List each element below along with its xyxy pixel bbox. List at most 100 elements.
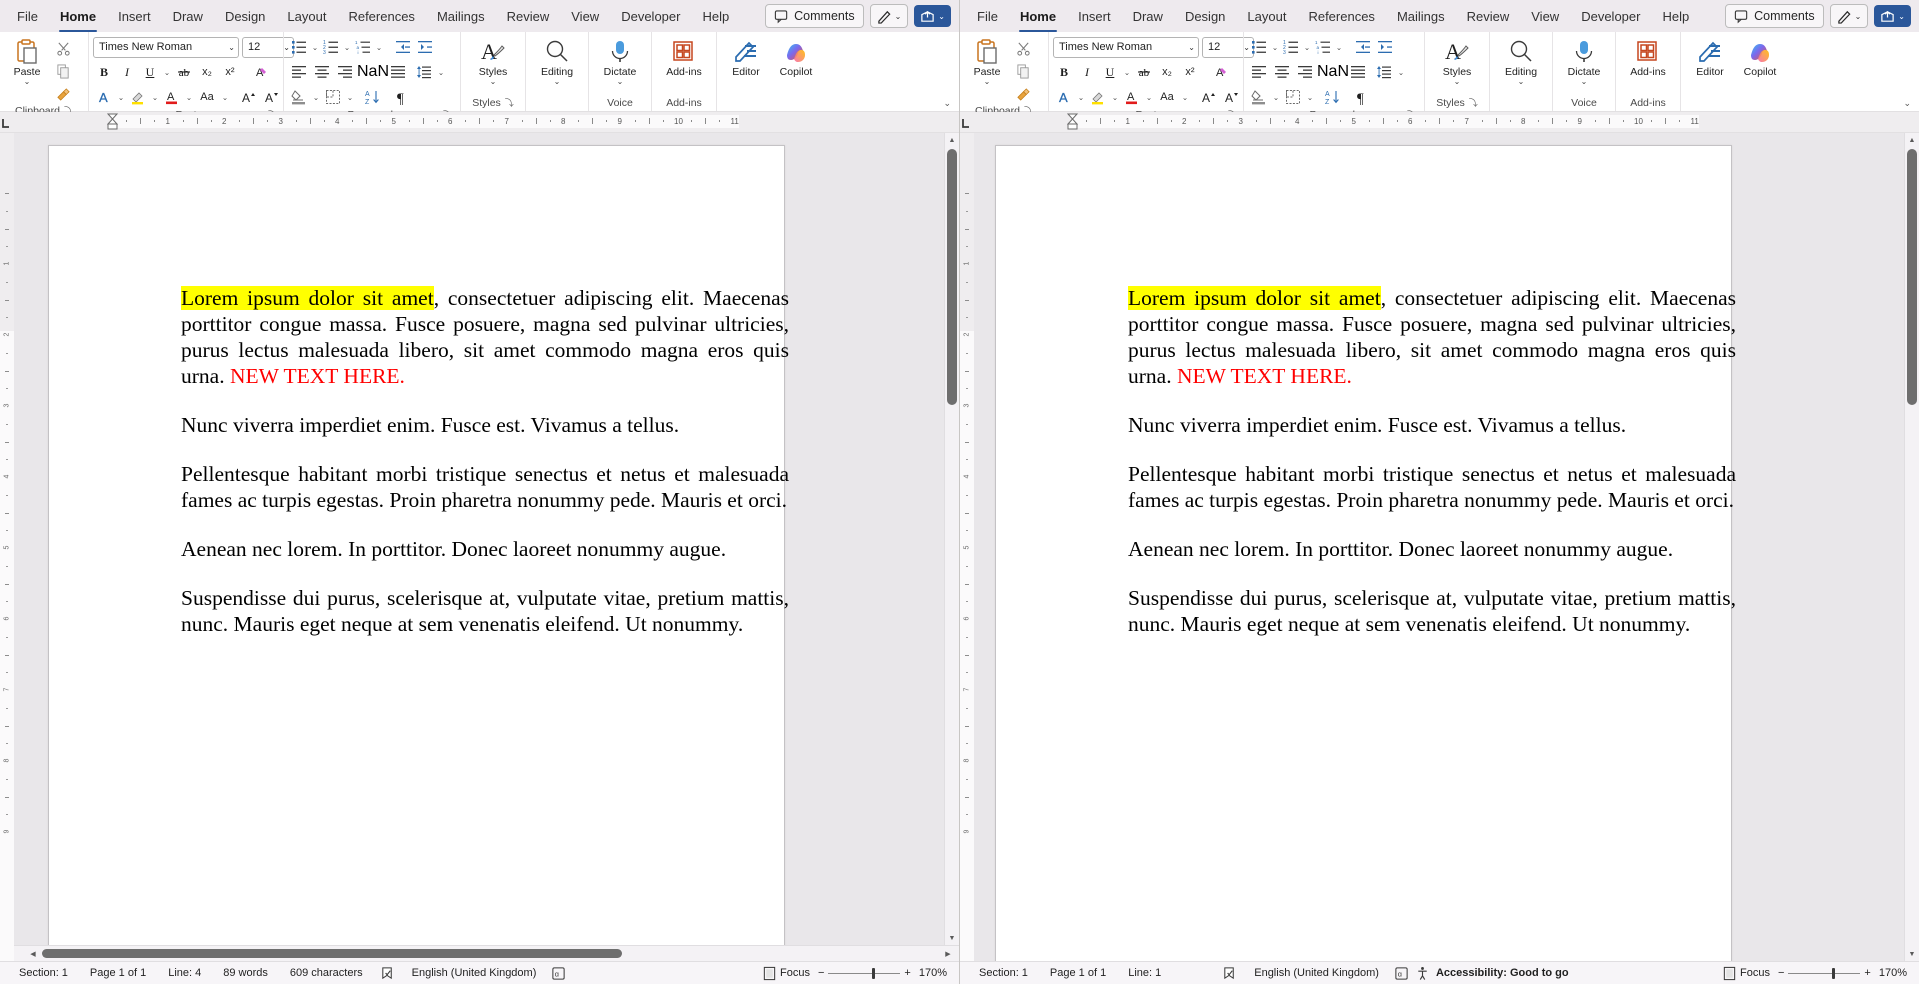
- tab-file[interactable]: File: [6, 3, 49, 30]
- bold-button[interactable]: B: [93, 62, 115, 82]
- zoom-slider-handle[interactable]: [1832, 967, 1836, 979]
- italic-button[interactable]: I: [1076, 62, 1098, 82]
- add-ins-button[interactable]: Add-ins: [661, 36, 707, 78]
- increase-indent-icon[interactable]: [1374, 37, 1396, 57]
- status-page[interactable]: Page 1 of 1: [1039, 967, 1117, 979]
- clear-formatting-icon[interactable]: A: [1209, 62, 1231, 82]
- zoom-in-button[interactable]: +: [904, 967, 910, 979]
- tab-help[interactable]: Help: [1651, 3, 1700, 30]
- scroll-down-arrow[interactable]: ▼: [945, 931, 959, 945]
- numbering-chevron-down-icon[interactable]: ⌄: [342, 43, 352, 52]
- styles-dialog-launcher[interactable]: ⤵: [505, 96, 514, 111]
- document-paragraph[interactable]: Aenean nec lorem. In porttitor. Donec la…: [181, 536, 789, 562]
- comments-button[interactable]: Comments: [765, 4, 864, 28]
- status-page[interactable]: Page 1 of 1: [79, 967, 157, 979]
- show-formatting-marks-icon[interactable]: ¶: [1351, 87, 1373, 107]
- document-body-text[interactable]: Lorem ipsum dolor sit amet, consectetuer…: [1128, 285, 1736, 845]
- tab-draw[interactable]: Draw: [1122, 3, 1174, 30]
- grow-font-icon[interactable]: A: [1197, 87, 1219, 107]
- shading-icon[interactable]: [1248, 87, 1270, 107]
- scroll-up-arrow[interactable]: ▲: [1905, 133, 1919, 147]
- align-center-icon[interactable]: [311, 62, 333, 82]
- tab-mailings[interactable]: Mailings: [426, 3, 496, 30]
- superscript-button[interactable]: x²: [1179, 62, 1201, 82]
- text-highlight-icon[interactable]: [127, 87, 149, 107]
- tab-help[interactable]: Help: [691, 3, 740, 30]
- sort-icon[interactable]: AZ: [1322, 87, 1344, 107]
- tab-file[interactable]: File: [966, 3, 1009, 30]
- line-spacing-icon[interactable]: [1373, 62, 1395, 82]
- document-paragraph[interactable]: Suspendisse dui purus, scelerisque at, v…: [181, 585, 789, 637]
- change-case-button[interactable]: Aa: [1155, 87, 1179, 107]
- language-icon[interactable]: ɑ: [547, 966, 570, 981]
- text-effects-icon[interactable]: A: [93, 87, 115, 107]
- change-case-button[interactable]: Aa: [195, 87, 219, 107]
- proofing-errors-icon[interactable]: [1216, 966, 1243, 981]
- strikethrough-icon[interactable]: ab: [173, 62, 195, 82]
- zoom-out-button[interactable]: −: [1778, 967, 1784, 979]
- borders-chevron-down-icon[interactable]: ⌄: [1305, 93, 1315, 102]
- shading-chevron-down-icon[interactable]: ⌄: [1271, 93, 1281, 102]
- language-icon[interactable]: ɑ: [1390, 966, 1413, 981]
- accessibility-icon[interactable]: [1413, 966, 1432, 981]
- vertical-scrollbar[interactable]: ▲ ▼: [944, 133, 959, 945]
- indent-marker-icon[interactable]: [1066, 113, 1078, 131]
- tab-home[interactable]: Home: [49, 3, 107, 32]
- bullets-chevron-down-icon[interactable]: ⌄: [1270, 43, 1280, 52]
- document-canvas[interactable]: Lorem ipsum dolor sit amet, consectetuer…: [14, 133, 944, 945]
- align-left-icon[interactable]: [1248, 62, 1270, 82]
- bold-button[interactable]: B: [1053, 62, 1075, 82]
- shading-chevron-down-icon[interactable]: ⌄: [311, 93, 321, 102]
- copy-icon[interactable]: [52, 61, 74, 81]
- add-ins-button[interactable]: Add-ins: [1625, 36, 1671, 78]
- strikethrough-icon[interactable]: ab: [1133, 62, 1155, 82]
- tab-view[interactable]: View: [560, 3, 610, 30]
- font-color-chevron-down-icon[interactable]: ⌄: [1144, 93, 1154, 102]
- status-language[interactable]: English (United Kingdom): [401, 967, 548, 979]
- numbered-list-icon[interactable]: 123: [320, 37, 342, 57]
- zoom-level-label[interactable]: 170%: [919, 967, 947, 979]
- shading-icon[interactable]: [288, 87, 310, 107]
- collapse-ribbon-button[interactable]: ⌄: [1903, 98, 1911, 109]
- scroll-up-arrow[interactable]: ▲: [945, 133, 959, 147]
- underline-button[interactable]: U: [1099, 62, 1121, 82]
- document-paragraph[interactable]: Pellentesque habitant morbi tristique se…: [1128, 461, 1736, 513]
- underline-button[interactable]: U: [139, 62, 161, 82]
- status-section[interactable]: Section: 1: [968, 967, 1039, 979]
- borders-chevron-down-icon[interactable]: ⌄: [345, 93, 355, 102]
- show-formatting-marks-icon[interactable]: ¶: [391, 87, 413, 107]
- format-painter-icon[interactable]: [1012, 84, 1034, 104]
- tab-mailings[interactable]: Mailings: [1386, 3, 1456, 30]
- vertical-scroll-thumb[interactable]: [1907, 149, 1917, 405]
- multilevel-list-icon[interactable]: 1ai: [1312, 37, 1334, 57]
- change-case-chevron-down-icon[interactable]: ⌄: [1180, 93, 1190, 102]
- document-paragraph[interactable]: Aenean nec lorem. In porttitor. Donec la…: [1128, 536, 1736, 562]
- dictate-button[interactable]: Dictate ⌄: [1561, 36, 1607, 86]
- zoom-slider[interactable]: − +: [818, 967, 911, 979]
- styles-dialog-launcher[interactable]: ⤵: [1469, 96, 1478, 111]
- align-center-icon[interactable]: [1271, 62, 1293, 82]
- vertical-scrollbar[interactable]: ▲ ▼: [1904, 133, 1919, 961]
- horizontal-scroll-thumb[interactable]: [42, 949, 622, 958]
- superscript-button[interactable]: x²: [219, 62, 241, 82]
- line-spacing-chevron-down-icon[interactable]: ⌄: [436, 68, 446, 77]
- font-color-chevron-down-icon[interactable]: ⌄: [184, 93, 194, 102]
- font-color-icon[interactable]: A: [161, 87, 183, 107]
- shrink-font-icon[interactable]: A: [1220, 87, 1242, 107]
- zoom-level-label[interactable]: 170%: [1879, 967, 1907, 979]
- editor-button[interactable]: Editor: [1687, 36, 1733, 78]
- paste-button[interactable]: Paste ⌄: [964, 36, 1010, 86]
- highlight-chevron-down-icon[interactable]: ⌄: [1110, 93, 1120, 102]
- scroll-right-arrow[interactable]: ▶: [941, 946, 955, 961]
- focus-button[interactable]: Focus: [762, 966, 810, 981]
- editing-button[interactable]: Editing ⌄: [534, 36, 580, 86]
- tab-design[interactable]: Design: [214, 3, 276, 30]
- status-line[interactable]: Line: 1: [1117, 967, 1172, 979]
- bullet-list-icon[interactable]: [288, 37, 310, 57]
- status-section[interactable]: Section: 1: [8, 967, 79, 979]
- format-painter-icon[interactable]: [52, 84, 74, 104]
- comments-button[interactable]: Comments: [1725, 4, 1824, 28]
- bullet-list-icon[interactable]: [1248, 37, 1270, 57]
- indent-marker-icon[interactable]: [106, 113, 118, 131]
- document-canvas[interactable]: Lorem ipsum dolor sit amet, consectetuer…: [974, 133, 1904, 961]
